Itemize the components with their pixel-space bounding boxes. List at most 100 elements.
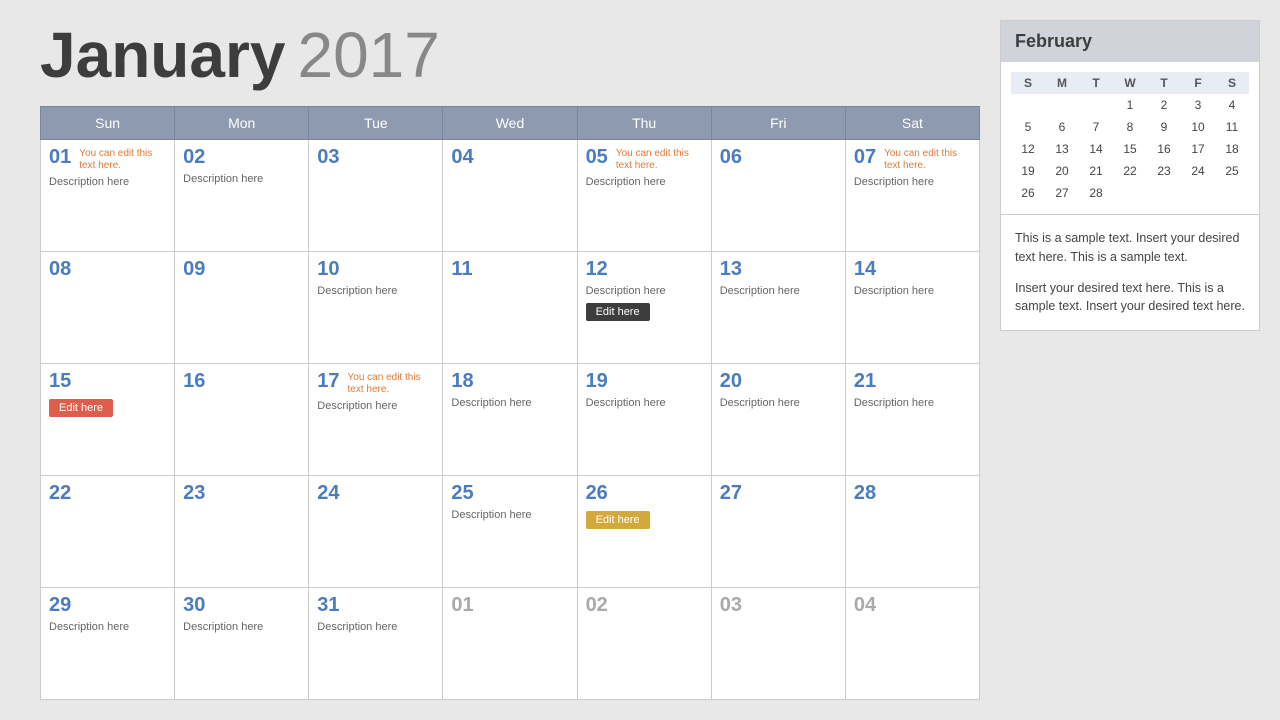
- sidebar-text-1: This is a sample text. Insert your desir…: [1015, 229, 1245, 267]
- mini-day-cell: [1147, 182, 1181, 204]
- calendar-cell: 16: [175, 364, 309, 476]
- cell-description: Description here: [317, 400, 434, 412]
- mini-day-cell: 24: [1181, 160, 1215, 182]
- day-number: 10: [317, 258, 339, 281]
- calendar-cell: 07You can edit this text here.Descriptio…: [845, 140, 979, 252]
- weekday-header: Sun: [41, 107, 175, 140]
- day-number: 23: [183, 482, 205, 505]
- cell-description: Description here: [49, 176, 166, 188]
- calendar-cell: 06: [711, 140, 845, 252]
- day-number: 05: [586, 146, 608, 169]
- day-number: 21: [854, 370, 876, 393]
- edit-note: You can edit this text here.: [348, 372, 435, 396]
- day-number: 01: [49, 146, 71, 169]
- sidebar: February SMTWTFS 12345678910111213141516…: [1000, 20, 1260, 700]
- day-number: 08: [49, 258, 71, 281]
- mini-weekday-header: T: [1079, 72, 1113, 94]
- calendar-cell: 18Description here: [443, 364, 577, 476]
- calendar-cell: 29 Description here: [41, 588, 175, 700]
- mini-week-row: 262728: [1011, 182, 1249, 204]
- day-number: 25: [451, 482, 473, 505]
- day-number: 07: [854, 146, 876, 169]
- day-number: 06: [720, 146, 742, 169]
- calendar-title: January2017: [40, 20, 980, 90]
- day-number: 19: [586, 370, 608, 393]
- weekday-header: Fri: [711, 107, 845, 140]
- calendar-cell: 02Description here: [175, 140, 309, 252]
- calendar-cell: 02: [577, 588, 711, 700]
- calendar-cell: 01: [443, 588, 577, 700]
- day-number: 13: [720, 258, 742, 281]
- mini-weekday-header: T: [1147, 72, 1181, 94]
- cell-description: Description here: [451, 397, 568, 409]
- weekday-header: Sat: [845, 107, 979, 140]
- event-badge[interactable]: Edit here: [586, 511, 650, 529]
- day-number: 20: [720, 370, 742, 393]
- day-number: 30: [183, 594, 205, 617]
- day-number: 31: [317, 594, 339, 617]
- weekday-header-row: SunMonTueWedThuFriSat: [41, 107, 980, 140]
- day-number: 22: [49, 482, 71, 505]
- cell-description: Description here: [586, 176, 703, 188]
- day-number: 04: [854, 594, 876, 617]
- day-number: 12: [586, 258, 608, 281]
- cell-description: Description here: [854, 285, 971, 297]
- mini-week-row: 19202122232425: [1011, 160, 1249, 182]
- mini-day-cell: 25: [1215, 160, 1249, 182]
- calendar-cell: 04: [443, 140, 577, 252]
- calendar-cell: 23: [175, 476, 309, 588]
- weekday-header: Wed: [443, 107, 577, 140]
- weekday-header: Mon: [175, 107, 309, 140]
- cell-description: Description here: [586, 285, 703, 297]
- calendar-cell: 10Description here: [309, 252, 443, 364]
- mini-weekday-header: M: [1045, 72, 1079, 94]
- cell-description: Description here: [183, 621, 300, 633]
- calendar-cell: 08: [41, 252, 175, 364]
- edit-note: You can edit this text here.: [616, 148, 703, 172]
- mini-day-cell: [1079, 94, 1113, 116]
- day-number: 17: [317, 370, 339, 393]
- calendar-cell: 14 Description here: [845, 252, 979, 364]
- mini-day-cell: 10: [1181, 116, 1215, 138]
- calendar-cell: 21Description here: [845, 364, 979, 476]
- mini-day-cell: [1215, 182, 1249, 204]
- sidebar-text-2: Insert your desired text here. This is a…: [1015, 279, 1245, 317]
- calendar-week-row: 22232425Description here26Edit here2728: [41, 476, 980, 588]
- mini-week-row: 567891011: [1011, 116, 1249, 138]
- edit-note: You can edit this text here.: [884, 148, 971, 172]
- day-number: 11: [451, 258, 472, 281]
- mini-day-cell: [1113, 182, 1147, 204]
- weekday-header: Tue: [309, 107, 443, 140]
- calendar-cell: 19 Description here: [577, 364, 711, 476]
- mini-day-cell: 19: [1011, 160, 1045, 182]
- mini-day-cell: 26: [1011, 182, 1045, 204]
- mini-day-cell: 21: [1079, 160, 1113, 182]
- cell-description: Description here: [586, 397, 703, 409]
- calendar-cell: 05 You can edit this text here. Descriptio…: [577, 140, 711, 252]
- cell-description: Description here: [49, 621, 166, 633]
- calendar-cell: 03: [711, 588, 845, 700]
- mini-day-cell: 4: [1215, 94, 1249, 116]
- calendar-cell: 24: [309, 476, 443, 588]
- event-badge[interactable]: Edit here: [586, 303, 650, 321]
- day-number: 26: [586, 482, 608, 505]
- mini-day-cell: 9: [1147, 116, 1181, 138]
- mini-day-cell: 11: [1215, 116, 1249, 138]
- mini-day-cell: 12: [1011, 138, 1045, 160]
- mini-day-cell: 13: [1045, 138, 1079, 160]
- calendar-body: 01 You can edit this text here. Descriptio…: [41, 140, 980, 700]
- day-number: 29: [49, 594, 71, 617]
- calendar-cell: 22: [41, 476, 175, 588]
- mini-day-cell: 27: [1045, 182, 1079, 204]
- mini-calendar: SMTWTFS 12345678910111213141516171819202…: [1001, 62, 1259, 214]
- mini-day-cell: [1181, 182, 1215, 204]
- day-number: 14: [854, 258, 876, 281]
- mini-day-cell: 23: [1147, 160, 1181, 182]
- calendar-cell: 31Description here: [309, 588, 443, 700]
- mini-weekday-header: F: [1181, 72, 1215, 94]
- day-number: 15: [49, 370, 71, 393]
- cell-description: Description here: [720, 285, 837, 297]
- event-badge[interactable]: Edit here: [49, 399, 113, 417]
- mini-weekday-header: S: [1215, 72, 1249, 94]
- mini-day-cell: 5: [1011, 116, 1045, 138]
